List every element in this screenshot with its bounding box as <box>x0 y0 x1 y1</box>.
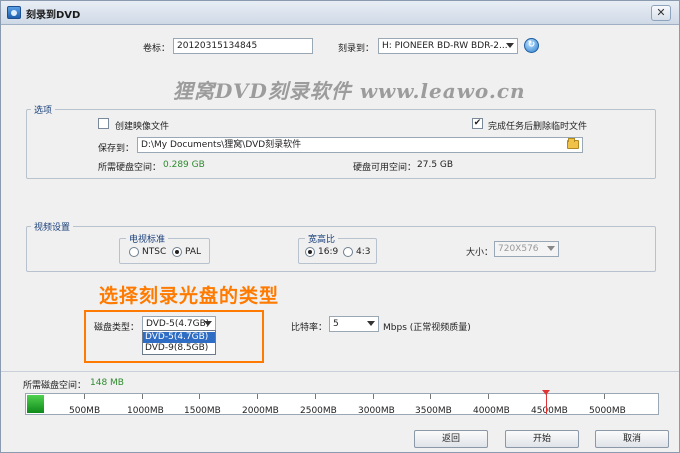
capacity-tick <box>315 394 316 399</box>
pal-label: PAL <box>185 247 202 257</box>
size-value: 720X576 <box>498 244 539 254</box>
title-bar: 刻录到DVD ✕ <box>1 1 679 25</box>
capacity-tick <box>84 394 85 399</box>
watermark: 狸窝DVD刻录软件 www.leawo.cn <box>173 79 526 103</box>
capacity-value: 148 MB <box>90 378 124 388</box>
size-select[interactable]: 720X576 <box>494 241 559 257</box>
tv-standard-title: 电视标准 <box>126 232 169 245</box>
delete-temp-checkbox[interactable]: ✔ <box>472 118 483 129</box>
save-to-input[interactable]: D:\My Documents\狸窝\DVD刻录软件 <box>137 137 583 153</box>
capacity-tick <box>199 394 200 399</box>
capacity-tick <box>430 394 431 399</box>
cancel-button[interactable]: 取消 <box>595 430 669 448</box>
divider <box>1 371 679 372</box>
size-label: 大小： <box>466 248 494 258</box>
capacity-tick-label: 3500MB <box>415 406 452 416</box>
capacity-limit-marker-icon[interactable] <box>542 390 550 395</box>
disc-type-label: 磁盘类型： <box>94 323 140 333</box>
video-settings-title: 视频设置 <box>31 220 74 233</box>
disc-option-dvd9[interactable]: DVD-9(8.5GB) <box>143 343 215 354</box>
capacity-tick-label: 4000MB <box>473 406 510 416</box>
folder-icon[interactable] <box>567 138 579 149</box>
pal-radio[interactable] <box>172 247 182 257</box>
bitrate-unit: Mbps (正常视频质量) <box>383 323 471 333</box>
save-to-label: 保存到： <box>98 144 135 154</box>
capacity-tick-label: 5000MB <box>589 406 626 416</box>
burn-dvd-window: 刻录到DVD ✕ 卷标： 20120315134845 刻录到： H: PION… <box>0 0 680 453</box>
disc-type-value: DVD-5(4.7GB) <box>146 319 210 329</box>
delete-temp-label: 完成任务后删除临时文件 <box>488 122 588 132</box>
required-space-label: 所需硬盘空间： <box>98 163 162 173</box>
available-space-label: 硬盘可用空间： <box>353 163 417 173</box>
capacity-tick-label: 3000MB <box>358 406 395 416</box>
volume-input[interactable]: 20120315134845 <box>173 38 313 54</box>
chevron-down-icon <box>547 246 555 251</box>
disc-type-dropdown: DVD-5(4.7GB) DVD-9(8.5GB) <box>142 330 216 355</box>
aspect-4-3-label: 4:3 <box>356 247 371 257</box>
capacity-tick-label: 2500MB <box>300 406 337 416</box>
required-space-value: 0.289 GB <box>163 160 205 170</box>
back-button[interactable]: 返回 <box>414 430 488 448</box>
ntsc-label: NTSC <box>142 247 167 257</box>
capacity-tick <box>257 394 258 399</box>
volume-label: 卷标： <box>143 44 171 54</box>
capacity-bar: 500MB 1000MB 1500MB 2000MB 2500MB 3000MB 3500M… <box>25 390 659 416</box>
bitrate-label: 比特率： <box>291 323 328 333</box>
aspect-16-9-label: 16:9 <box>318 247 339 257</box>
capacity-tick-label: 500MB <box>69 406 101 416</box>
capacity-bar-fill <box>27 395 45 413</box>
capacity-tick-label: 2000MB <box>242 406 279 416</box>
create-image-checkbox[interactable] <box>98 118 109 129</box>
options-title: 选项 <box>31 103 56 116</box>
capacity-tick <box>488 394 489 399</box>
dvd-burn-icon <box>7 6 21 19</box>
aspect-4-3-radio[interactable] <box>343 247 353 257</box>
chevron-down-icon <box>204 321 212 326</box>
disc-option-dvd5[interactable]: DVD-5(4.7GB) <box>143 332 215 343</box>
burn-to-value: H: PIONEER BD-RW BDR-2... <box>382 41 508 51</box>
aspect-16-9-radio[interactable] <box>305 247 315 257</box>
capacity-tick-label: 1000MB <box>127 406 164 416</box>
burn-to-label: 刻录到： <box>338 44 375 54</box>
start-button[interactable]: 开始 <box>505 430 579 448</box>
annotation-text: 选择刻录光盘的类型 <box>99 285 280 307</box>
bitrate-select[interactable]: 5 <box>329 316 379 332</box>
chevron-down-icon <box>367 321 375 326</box>
capacity-label: 所需磁盘空间： <box>23 381 87 391</box>
ntsc-radio[interactable] <box>129 247 139 257</box>
window-title: 刻录到DVD <box>26 10 81 21</box>
capacity-tick-label: 1500MB <box>184 406 221 416</box>
capacity-tick <box>373 394 374 399</box>
bitrate-value: 5 <box>333 319 339 329</box>
burn-to-select[interactable]: H: PIONEER BD-RW BDR-2... <box>378 38 518 54</box>
capacity-limit-line <box>546 394 547 414</box>
create-image-label: 创建映像文件 <box>115 122 170 132</box>
capacity-tick <box>142 394 143 399</box>
available-space-value: 27.5 GB <box>417 160 454 170</box>
refresh-icon[interactable]: ↻ <box>524 38 539 53</box>
close-button[interactable]: ✕ <box>651 5 671 21</box>
aspect-ratio-title: 宽高比 <box>305 232 339 245</box>
capacity-tick <box>604 394 605 399</box>
chevron-down-icon <box>506 43 514 48</box>
capacity-tick-label: 4500MB <box>531 406 568 416</box>
